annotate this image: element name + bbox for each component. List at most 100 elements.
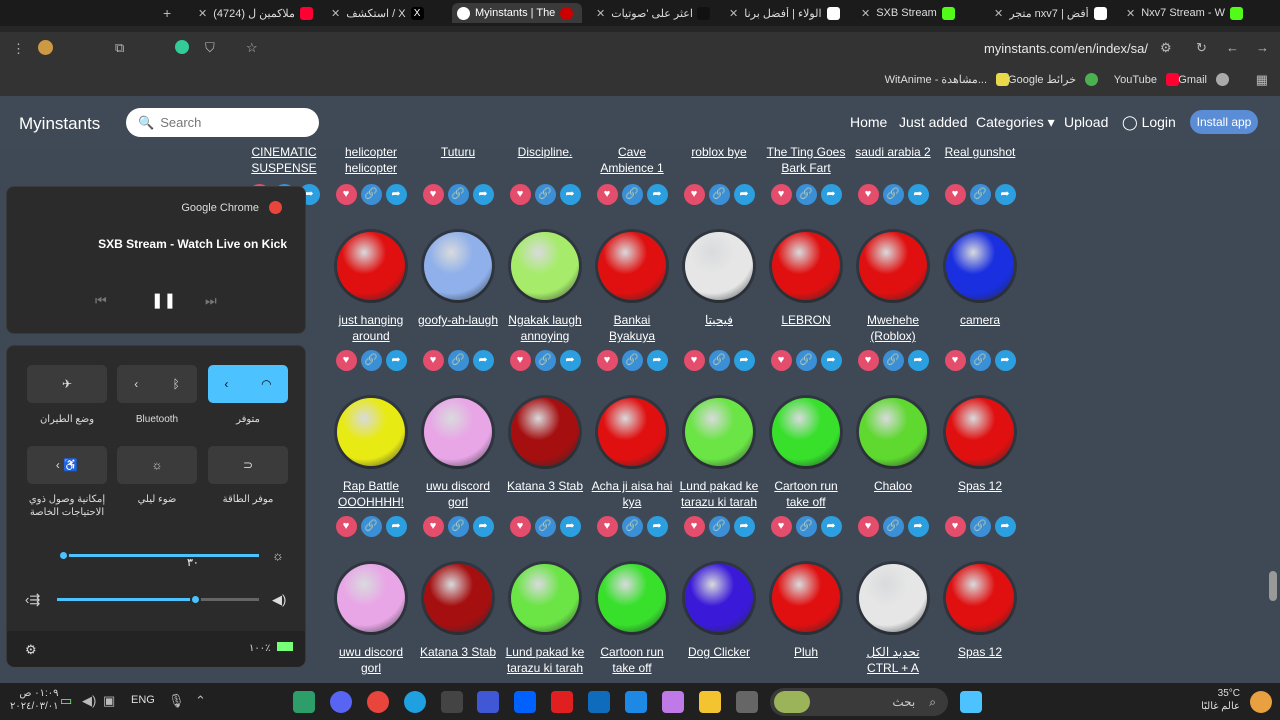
volume-thumb[interactable] bbox=[190, 594, 201, 605]
audio-output-icon[interactable]: ‹⇶ bbox=[25, 592, 40, 608]
share-icon[interactable]: ➦ bbox=[472, 184, 494, 205]
favorite-heart-icon[interactable]: ♥ bbox=[422, 350, 444, 371]
share-icon[interactable]: ➦ bbox=[733, 184, 755, 205]
copy-link-icon[interactable]: 🔗 bbox=[969, 350, 991, 371]
nav-login[interactable]: ◯ Login bbox=[1122, 114, 1176, 131]
sound-label[interactable]: Katana 3 Stab bbox=[416, 644, 500, 676]
chrome-icon[interactable] bbox=[367, 691, 389, 713]
favorite-heart-icon[interactable]: ♥ bbox=[944, 184, 966, 205]
bookmark-youtube[interactable]: YouTube bbox=[1114, 73, 1184, 86]
share-icon[interactable]: ➦ bbox=[385, 184, 407, 205]
sound-label[interactable]: Tuturu bbox=[416, 144, 500, 176]
copy-link-icon[interactable]: 🔗 bbox=[795, 184, 817, 205]
sound-play-button[interactable] bbox=[598, 398, 666, 466]
close-icon[interactable]: ✕ bbox=[861, 7, 870, 20]
favorite-heart-icon[interactable]: ♥ bbox=[509, 516, 531, 537]
bookmark-maps[interactable]: Google خرائط bbox=[1008, 73, 1103, 86]
sound-play-button[interactable] bbox=[946, 232, 1014, 300]
favorite-heart-icon[interactable]: ♥ bbox=[770, 350, 792, 371]
sound-label[interactable]: The Ting Goes Bark Fart bbox=[764, 144, 848, 176]
sound-play-button[interactable] bbox=[772, 398, 840, 466]
sound-play-button[interactable] bbox=[685, 232, 753, 300]
sound-label[interactable]: Real gunshot bbox=[938, 144, 1022, 176]
search-input[interactable]: 🔍 Search bbox=[126, 108, 319, 137]
copy-link-icon[interactable]: 🔗 bbox=[882, 516, 904, 537]
favorite-heart-icon[interactable]: ♥ bbox=[335, 516, 357, 537]
install-app-button[interactable]: Install app bbox=[1190, 110, 1258, 134]
close-icon[interactable]: ✕ bbox=[994, 7, 1003, 20]
share-icon[interactable]: ➦ bbox=[559, 350, 581, 371]
sound-label[interactable]: Discipline. bbox=[503, 144, 587, 176]
tab-loyalty[interactable]: ✕ الولاء | أفضل برنا bbox=[723, 3, 848, 23]
sound-play-button[interactable] bbox=[685, 398, 753, 466]
close-icon[interactable]: ✕ bbox=[1126, 7, 1135, 20]
sound-play-button[interactable] bbox=[772, 564, 840, 632]
copy-link-icon[interactable]: 🔗 bbox=[795, 516, 817, 537]
sound-label[interactable]: Cartoon run take off bbox=[590, 644, 674, 676]
sound-label[interactable]: uwu discord gorl bbox=[416, 478, 500, 510]
share-icon[interactable]: ➦ bbox=[907, 350, 929, 371]
sound-label[interactable]: Chaloo bbox=[851, 478, 935, 510]
sound-label[interactable]: Spas 12 bbox=[938, 644, 1022, 676]
tab-youtube[interactable]: ✕ (4724) ملاكمين ل bbox=[192, 3, 318, 23]
language-indicator[interactable]: ENG bbox=[131, 694, 155, 706]
favorite-heart-icon[interactable]: ♥ bbox=[857, 350, 879, 371]
sound-label[interactable]: LEBRON bbox=[764, 312, 848, 344]
sound-label[interactable]: Mwehehe (Roblox) bbox=[851, 312, 935, 344]
sound-play-button[interactable] bbox=[511, 564, 579, 632]
sound-play-button[interactable] bbox=[337, 564, 405, 632]
dropbox-icon[interactable] bbox=[514, 691, 536, 713]
settings-gear-icon[interactable]: ⚙ bbox=[25, 642, 37, 658]
share-icon[interactable]: ➦ bbox=[385, 516, 407, 537]
copy-link-icon[interactable]: 🔗 bbox=[360, 350, 382, 371]
copy-link-icon[interactable]: 🔗 bbox=[621, 184, 643, 205]
share-icon[interactable]: ➦ bbox=[646, 184, 668, 205]
copy-link-icon[interactable]: 🔗 bbox=[447, 350, 469, 371]
share-icon[interactable]: ➦ bbox=[472, 350, 494, 371]
file-explorer-icon[interactable] bbox=[699, 691, 721, 713]
share-icon[interactable]: ➦ bbox=[559, 516, 581, 537]
store-icon[interactable] bbox=[625, 691, 647, 713]
battery-saver-toggle[interactable]: ⊃ bbox=[208, 446, 288, 484]
favorite-heart-icon[interactable]: ♥ bbox=[770, 516, 792, 537]
share-icon[interactable]: ➦ bbox=[820, 184, 842, 205]
sound-play-button[interactable] bbox=[337, 398, 405, 466]
copy-link-icon[interactable]: 🔗 bbox=[534, 516, 556, 537]
sound-play-button[interactable] bbox=[337, 232, 405, 300]
sound-label[interactable]: Cave Ambience 1 bbox=[590, 144, 674, 176]
task-view-icon[interactable] bbox=[736, 691, 758, 713]
microphone-icon[interactable]: 🎙 bbox=[168, 693, 185, 709]
copy-link-icon[interactable]: 🔗 bbox=[795, 350, 817, 371]
share-icon[interactable]: ➦ bbox=[733, 350, 755, 371]
close-icon[interactable]: ✕ bbox=[198, 7, 207, 20]
copy-link-icon[interactable]: 🔗 bbox=[882, 184, 904, 205]
tab-nxv7-store[interactable]: ✕ متجر nxv7 | أفض bbox=[988, 3, 1113, 23]
copy-link-icon[interactable]: 🔗 bbox=[534, 350, 556, 371]
site-settings-icon[interactable]: ⚙ bbox=[1160, 40, 1172, 56]
bookmark-gmail[interactable]: Gmail bbox=[1178, 73, 1234, 86]
sound-play-button[interactable] bbox=[859, 232, 927, 300]
weather-widget[interactable]: 35°C عالم غالبًا bbox=[1201, 687, 1240, 713]
sound-label[interactable]: Bankai Byakuya bbox=[590, 312, 674, 344]
share-icon[interactable]: ➦ bbox=[733, 516, 755, 537]
share-icon[interactable]: ➦ bbox=[994, 184, 1016, 205]
tab-x[interactable]: ✕ استكشف / X X bbox=[325, 3, 445, 23]
sound-label[interactable]: goofy-ah-laugh bbox=[416, 312, 500, 344]
edge-icon[interactable] bbox=[404, 691, 426, 713]
share-icon[interactable]: ➦ bbox=[646, 516, 668, 537]
close-icon[interactable]: ✕ bbox=[331, 7, 340, 20]
favorite-heart-icon[interactable]: ♥ bbox=[770, 184, 792, 205]
next-track-icon[interactable]: ⏭ bbox=[205, 293, 217, 309]
copy-link-icon[interactable]: 🔗 bbox=[621, 350, 643, 371]
battery-icon[interactable]: ▭ bbox=[60, 693, 72, 709]
sound-play-button[interactable] bbox=[424, 564, 492, 632]
copy-link-icon[interactable]: 🔗 bbox=[882, 350, 904, 371]
chevron-up-icon[interactable]: ⌃ bbox=[195, 693, 206, 709]
new-tab-icon[interactable]: + bbox=[163, 5, 171, 21]
pause-icon[interactable]: ❚❚ bbox=[151, 291, 176, 309]
extension-badge-icon[interactable] bbox=[175, 40, 189, 54]
sound-play-button[interactable] bbox=[685, 564, 753, 632]
share-icon[interactable]: ➦ bbox=[559, 184, 581, 205]
menu-dots-icon[interactable]: ⋮ bbox=[12, 41, 25, 57]
share-icon[interactable]: ➦ bbox=[472, 516, 494, 537]
